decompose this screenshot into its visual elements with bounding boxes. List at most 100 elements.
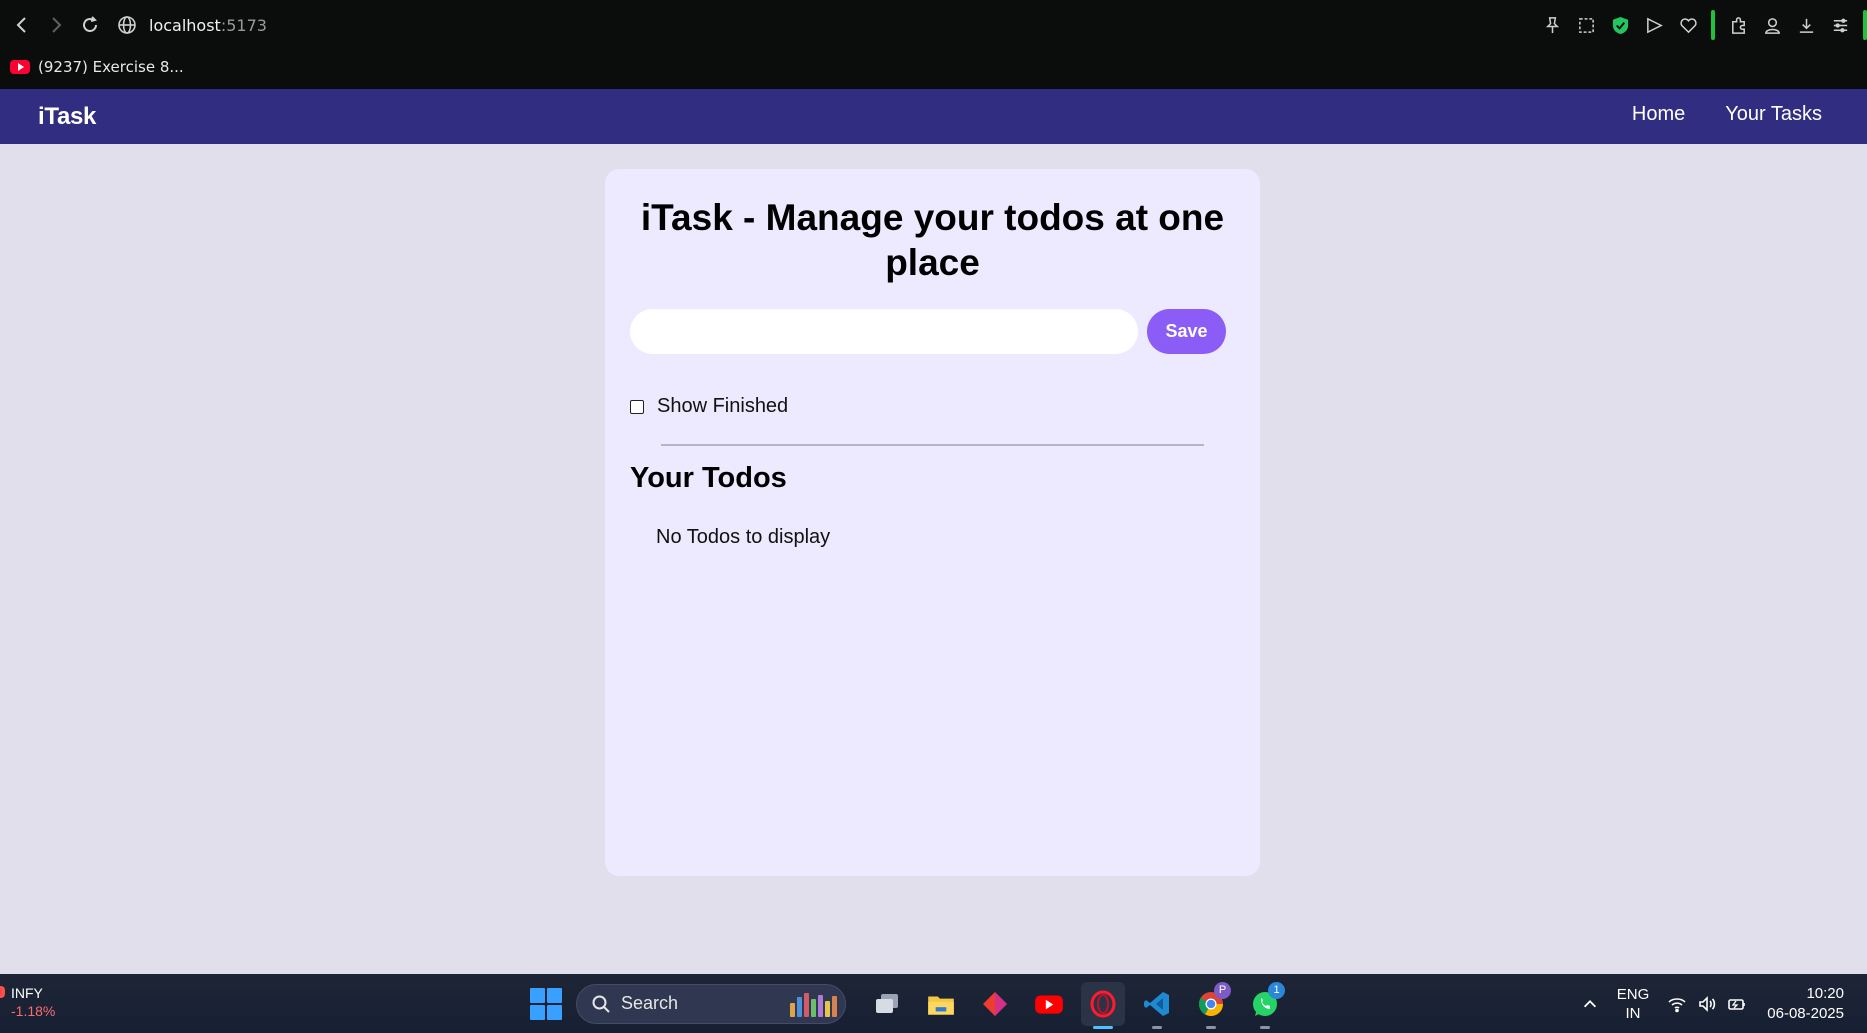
windows-logo-tile <box>547 987 562 1003</box>
shield-check-icon <box>1612 16 1628 34</box>
toolbar-edge-bar <box>1863 10 1867 40</box>
wifi-icon <box>1668 997 1686 1012</box>
running-indicator <box>1206 1025 1216 1029</box>
show-hidden-icons-button[interactable] <box>1575 995 1605 1013</box>
show-finished-checkbox[interactable] <box>630 399 644 414</box>
search-label: Search <box>621 993 679 1013</box>
diamond-app-icon <box>983 991 1007 1016</box>
clock-time: 10:20 <box>1806 984 1844 1002</box>
back-button[interactable] <box>5 8 39 42</box>
todo-card: iTask - Manage your todos at one place S… <box>605 169 1260 876</box>
bookmarks-bar: (9237) Exercise 8... <box>0 52 184 82</box>
forward-button[interactable] <box>39 8 73 42</box>
taskbar-center: Search P 1 <box>530 981 1292 1029</box>
input-language[interactable]: ENG IN <box>1617 985 1650 1023</box>
address-bar[interactable]: localhost:5173 <box>117 15 267 35</box>
nav-links: Home Your Tasks <box>1632 103 1822 126</box>
taskbar-search[interactable]: Search <box>576 983 846 1024</box>
taskbar-chrome[interactable]: P <box>1189 981 1233 1029</box>
send-icon <box>1646 17 1663 33</box>
windows-logo-tile <box>530 1004 545 1020</box>
books-highlight-icon <box>790 992 837 1017</box>
forward-arrow-icon <box>52 17 62 33</box>
nav-your-tasks-link[interactable]: Your Tasks <box>1725 103 1822 126</box>
toolbar-separator <box>1711 10 1715 40</box>
stock-widget[interactable]: INFY -1.18% <box>0 984 55 1020</box>
favorites-button[interactable] <box>1671 10 1705 40</box>
running-indicator <box>1152 1025 1162 1029</box>
page-title: iTask - Manage your todos at one place <box>640 197 1225 283</box>
bookmark-label: (9237) Exercise 8... <box>38 58 184 76</box>
system-tray: ENG IN 10:20 06-08-2025 <box>1575 974 1867 1033</box>
battery-charging-icon <box>1728 998 1746 1010</box>
taskbar-task-view[interactable] <box>865 982 909 1026</box>
clock[interactable]: 10:20 06-08-2025 <box>1767 984 1844 1024</box>
taskbar-whatsapp[interactable]: 1 <box>1243 981 1287 1029</box>
app-navbar: iTask Home Your Tasks <box>0 89 1867 144</box>
download-icon <box>1799 18 1813 33</box>
profile-icon <box>1764 17 1780 34</box>
task-view-icon <box>876 993 898 1013</box>
taskbar-file-explorer[interactable] <box>919 982 963 1026</box>
stock-symbol: INFY <box>11 985 43 1001</box>
puzzle-icon <box>1731 16 1745 34</box>
vpn-button[interactable] <box>1603 10 1637 40</box>
search-icon <box>592 995 610 1013</box>
windows-logo-tile <box>547 1004 562 1020</box>
chevron-up-icon <box>1583 999 1596 1007</box>
stock-down-indicator <box>0 986 5 998</box>
url-host: localhost <box>149 15 221 35</box>
clock-date: 06-08-2025 <box>1767 1004 1844 1022</box>
folder-icon <box>928 996 954 1015</box>
easy-setup-button[interactable] <box>1823 10 1857 40</box>
divider <box>661 444 1204 446</box>
volume-icon <box>1699 995 1716 1012</box>
extensions-button[interactable] <box>1721 10 1755 40</box>
lang-code: ENG <box>1616 985 1650 1003</box>
save-button[interactable]: Save <box>1147 309 1226 354</box>
snapshot-icon <box>1578 17 1594 33</box>
windows-logo-tile <box>530 987 545 1003</box>
browser-toolbar-icons <box>1535 10 1867 40</box>
taskbar: INFY -1.18% Search P 1 ENG IN 10:20 06-0… <box>0 974 1867 1033</box>
todo-input[interactable] <box>630 309 1138 354</box>
vscode-icon <box>1144 991 1169 1016</box>
pin-icon <box>1545 16 1559 33</box>
send-button[interactable] <box>1637 10 1671 40</box>
quick-settings[interactable] <box>1667 994 1747 1014</box>
heart-icon <box>1679 17 1697 33</box>
lang-region: IN <box>1625 1004 1641 1022</box>
taskbar-vscode[interactable] <box>1135 982 1179 1029</box>
todos-heading: Your Todos <box>630 462 787 494</box>
browser-chrome: localhost:5173 (9237) Exercise 8... <box>0 0 1867 89</box>
nav-home-link[interactable]: Home <box>1632 103 1685 126</box>
url-port: :5173 <box>220 15 267 35</box>
address-row: localhost:5173 <box>0 0 1867 50</box>
youtube-icon <box>10 60 30 74</box>
taskbar-youtube[interactable] <box>1027 982 1071 1026</box>
pin-button[interactable] <box>1535 10 1569 40</box>
running-indicator <box>1260 1025 1270 1029</box>
opera-icon <box>1090 990 1116 1017</box>
taskbar-opera[interactable] <box>1081 981 1125 1029</box>
show-finished-label: Show Finished <box>657 395 789 417</box>
bookmark-item[interactable]: (9237) Exercise 8... <box>10 58 184 76</box>
brand-logo[interactable]: iTask <box>38 103 96 131</box>
reload-button[interactable] <box>73 8 107 42</box>
show-finished-toggle[interactable]: Show Finished <box>630 395 788 418</box>
stock-change: -1.18% <box>11 1003 56 1019</box>
snapshot-button[interactable] <box>1569 10 1603 40</box>
globe-icon <box>118 16 136 34</box>
settings-sliders-icon <box>1833 18 1847 32</box>
profile-button[interactable] <box>1755 10 1789 40</box>
whatsapp-unread-badge: 1 <box>1268 981 1285 999</box>
taskbar-git-client[interactable] <box>973 982 1017 1026</box>
chrome-profile-badge: P <box>1214 981 1231 999</box>
back-arrow-icon <box>16 17 26 33</box>
active-indicator <box>1093 1025 1113 1029</box>
downloads-button[interactable] <box>1789 10 1823 40</box>
youtube-icon <box>1035 994 1063 1014</box>
empty-todos-message: No Todos to display <box>656 526 831 548</box>
start-button[interactable] <box>530 987 562 1020</box>
reload-icon <box>83 16 97 32</box>
